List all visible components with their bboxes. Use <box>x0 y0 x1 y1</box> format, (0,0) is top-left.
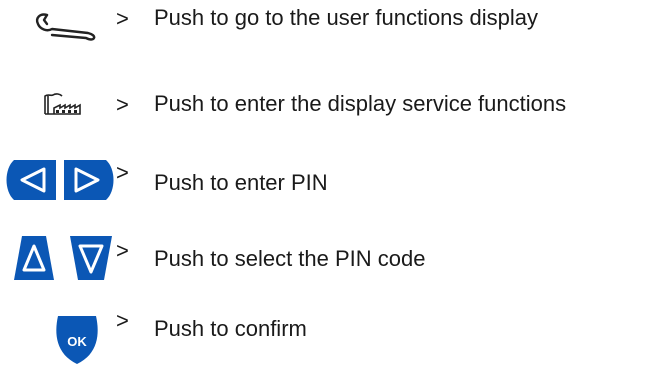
instruction-text: Push to enter PIN <box>154 170 328 195</box>
wrench-icon <box>35 13 96 41</box>
instruction-arrow: > <box>116 92 129 117</box>
up-down-arrows-icon <box>14 236 112 280</box>
instruction-arrow: > <box>116 308 129 333</box>
instruction-confirm: OK > Push to confirm <box>0 300 657 364</box>
instruction-text: Push to select the PIN code <box>154 246 426 271</box>
instruction-text: Push to go to the user functions display <box>154 5 539 30</box>
instruction-service-functions: > Push to enter the display service func… <box>0 72 657 132</box>
instruction-text: Push to enter the display service functi… <box>154 91 567 116</box>
instruction-arrow: > <box>116 238 129 263</box>
instruction-select-pin-code: > Push to select the PIN code <box>0 226 657 286</box>
factory-icon <box>44 93 81 115</box>
instruction-arrow: > <box>116 160 129 185</box>
instruction-user-functions: > Push to go to the user functions displ… <box>0 0 657 60</box>
instruction-text: Push to confirm <box>154 316 307 341</box>
left-right-arrows-icon <box>6 160 114 200</box>
instruction-arrow: > <box>116 6 129 31</box>
instruction-enter-pin: > Push to enter PIN <box>0 152 657 212</box>
ok-button-icon: OK <box>56 316 98 364</box>
ok-label: OK <box>67 334 87 349</box>
